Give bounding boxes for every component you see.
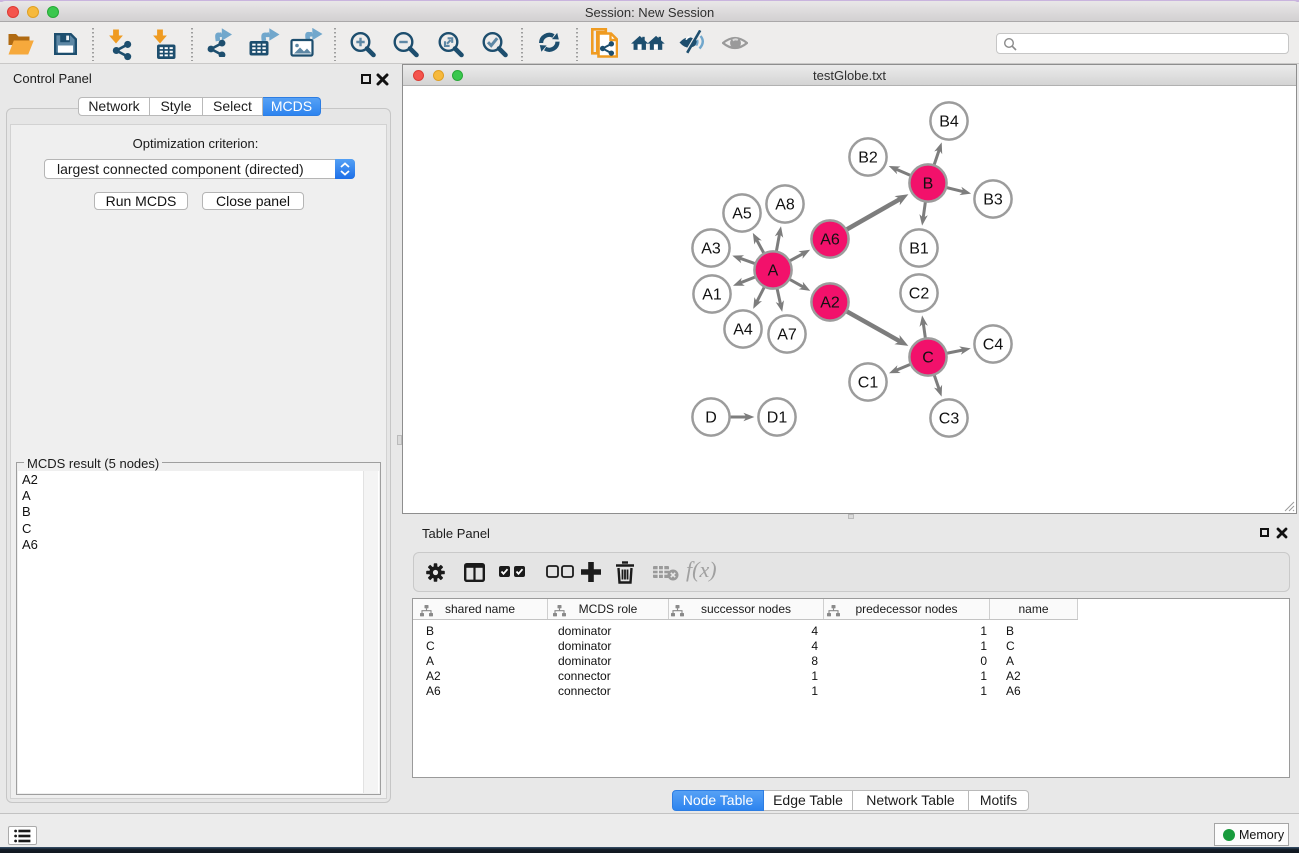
svg-text:A2: A2 xyxy=(820,295,840,312)
svg-text:A5: A5 xyxy=(732,206,752,223)
svg-text:A6: A6 xyxy=(820,232,840,249)
svg-text:B: B xyxy=(923,176,934,193)
svg-text:C2: C2 xyxy=(909,286,930,303)
svg-text:B3: B3 xyxy=(983,192,1003,209)
svg-text:C3: C3 xyxy=(939,411,960,428)
svg-text:B2: B2 xyxy=(858,150,878,167)
svg-text:D1: D1 xyxy=(767,410,788,427)
svg-text:C: C xyxy=(922,350,934,367)
svg-text:D: D xyxy=(705,410,717,427)
svg-text:A3: A3 xyxy=(701,241,721,258)
svg-text:A4: A4 xyxy=(733,322,753,339)
svg-text:A: A xyxy=(768,263,779,280)
svg-text:B4: B4 xyxy=(939,114,959,131)
svg-text:A7: A7 xyxy=(777,327,797,344)
svg-text:A8: A8 xyxy=(775,197,795,214)
svg-text:C1: C1 xyxy=(858,375,879,392)
svg-text:C4: C4 xyxy=(983,337,1004,354)
svg-text:B1: B1 xyxy=(909,241,929,258)
svg-text:A1: A1 xyxy=(702,287,722,304)
